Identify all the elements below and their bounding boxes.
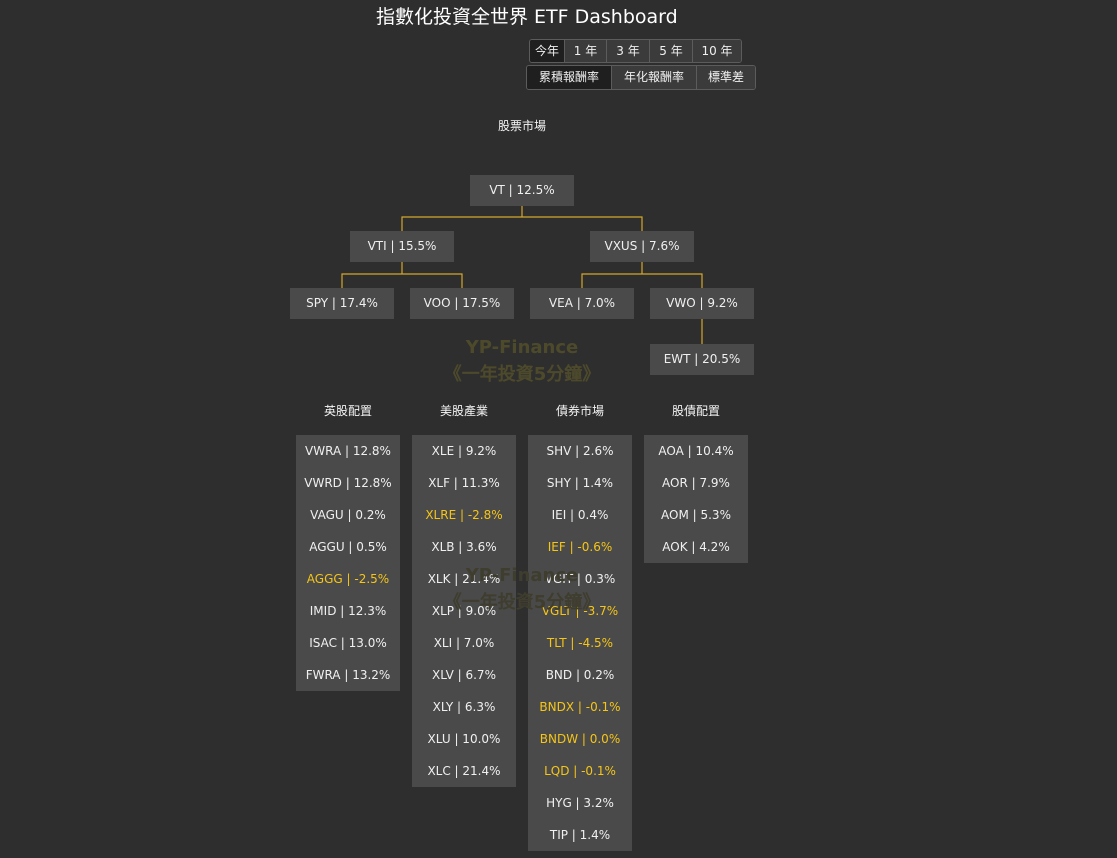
etf-item[interactable]: AGGU | 0.5% bbox=[296, 531, 400, 563]
etf-item[interactable]: XLI | 7.0% bbox=[412, 627, 516, 659]
period-selector: 今年 1 年 3 年 5 年 10 年 bbox=[529, 39, 742, 63]
etf-item[interactable]: XLV | 6.7% bbox=[412, 659, 516, 691]
page-title: 指數化投資全世界 ETF Dashboard bbox=[376, 6, 678, 28]
etf-item[interactable]: VGIT | 0.3% bbox=[528, 563, 632, 595]
etf-item[interactable]: VAGU | 0.2% bbox=[296, 499, 400, 531]
column-bond: SHV | 2.6% SHY | 1.4% IEI | 0.4% IEF | -0.6… bbox=[528, 435, 632, 851]
stock-market-title: 股票市場 bbox=[497, 119, 547, 133]
etf-item[interactable]: AGGG | -2.5% bbox=[296, 563, 400, 595]
etf-item[interactable]: XLRE | -2.8% bbox=[412, 499, 516, 531]
etf-item[interactable]: BND | 0.2% bbox=[528, 659, 632, 691]
etf-item[interactable]: XLP | 9.0% bbox=[412, 595, 516, 627]
etf-item[interactable]: HYG | 3.2% bbox=[528, 787, 632, 819]
period-button-1y[interactable]: 1 年 bbox=[564, 40, 606, 62]
metric-button-cumulative[interactable]: 累積報酬率 bbox=[527, 66, 611, 89]
dashboard-page: 指數化投資全世界 ETF Dashboard 今年 1 年 3 年 5 年 10… bbox=[0, 0, 1117, 858]
etf-item[interactable]: AOM | 5.3% bbox=[644, 499, 748, 531]
etf-item[interactable]: LQD | -0.1% bbox=[528, 755, 632, 787]
metric-button-stddev[interactable]: 標準差 bbox=[696, 66, 755, 89]
etf-item[interactable]: IEI | 0.4% bbox=[528, 499, 632, 531]
node-ewt[interactable]: EWT | 20.5% bbox=[650, 344, 754, 375]
etf-item[interactable]: AOK | 4.2% bbox=[644, 531, 748, 563]
node-spy[interactable]: SPY | 17.4% bbox=[290, 288, 394, 319]
etf-item[interactable]: SHY | 1.4% bbox=[528, 467, 632, 499]
etf-item[interactable]: IEF | -0.6% bbox=[528, 531, 632, 563]
etf-item[interactable]: XLY | 6.3% bbox=[412, 691, 516, 723]
etf-item[interactable]: IMID | 12.3% bbox=[296, 595, 400, 627]
column-title-us-sector: 美股產業 bbox=[439, 404, 489, 418]
column-uk: VWRA | 12.8% VWRD | 12.8% VAGU | 0.2% AGGU … bbox=[296, 435, 400, 691]
column-title-allocation: 股債配置 bbox=[671, 404, 721, 418]
etf-item[interactable]: XLF | 11.3% bbox=[412, 467, 516, 499]
etf-item[interactable]: XLE | 9.2% bbox=[412, 435, 516, 467]
etf-item[interactable]: VWRD | 12.8% bbox=[296, 467, 400, 499]
etf-item[interactable]: FWRA | 13.2% bbox=[296, 659, 400, 691]
node-vwo[interactable]: VWO | 9.2% bbox=[650, 288, 754, 319]
node-voo[interactable]: VOO | 17.5% bbox=[410, 288, 514, 319]
node-vt[interactable]: VT | 12.5% bbox=[470, 175, 574, 206]
etf-item[interactable]: XLB | 3.6% bbox=[412, 531, 516, 563]
node-vxus[interactable]: VXUS | 7.6% bbox=[590, 231, 694, 262]
etf-item[interactable]: ISAC | 13.0% bbox=[296, 627, 400, 659]
column-title-bond: 債券市場 bbox=[555, 404, 605, 418]
period-button-5y[interactable]: 5 年 bbox=[649, 40, 692, 62]
period-button-ytd[interactable]: 今年 bbox=[530, 40, 564, 62]
watermark-line2: 《一年投資5分鐘》 bbox=[443, 364, 601, 385]
watermark-top: YP-Finance 《一年投資5分鐘》 bbox=[444, 334, 601, 388]
node-vea[interactable]: VEA | 7.0% bbox=[530, 288, 634, 319]
metric-selector: 累積報酬率 年化報酬率 標準差 bbox=[526, 65, 756, 90]
column-us-sector: XLE | 9.2% XLF | 11.3% XLRE | -2.8% XLB | 3… bbox=[412, 435, 516, 787]
period-button-10y[interactable]: 10 年 bbox=[692, 40, 741, 62]
column-title-uk: 英股配置 bbox=[323, 404, 373, 418]
etf-item[interactable]: VWRA | 12.8% bbox=[296, 435, 400, 467]
node-vti[interactable]: VTI | 15.5% bbox=[350, 231, 454, 262]
etf-item[interactable]: BNDX | -0.1% bbox=[528, 691, 632, 723]
etf-item[interactable]: BNDW | 0.0% bbox=[528, 723, 632, 755]
column-allocation: AOA | 10.4% AOR | 7.9% AOM | 5.3% AOK | 4.2… bbox=[644, 435, 748, 563]
etf-item[interactable]: XLC | 21.4% bbox=[412, 755, 516, 787]
etf-item[interactable]: TIP | 1.4% bbox=[528, 819, 632, 851]
etf-item[interactable]: SHV | 2.6% bbox=[528, 435, 632, 467]
etf-item[interactable]: TLT | -4.5% bbox=[528, 627, 632, 659]
etf-item[interactable]: AOA | 10.4% bbox=[644, 435, 748, 467]
etf-item[interactable]: VGLT | -3.7% bbox=[528, 595, 632, 627]
period-button-3y[interactable]: 3 年 bbox=[606, 40, 649, 62]
metric-button-annualized[interactable]: 年化報酬率 bbox=[611, 66, 696, 89]
etf-item[interactable]: AOR | 7.9% bbox=[644, 467, 748, 499]
etf-item[interactable]: XLK | 21.4% bbox=[412, 563, 516, 595]
watermark-line1: YP-Finance bbox=[465, 337, 579, 358]
etf-item[interactable]: XLU | 10.0% bbox=[412, 723, 516, 755]
